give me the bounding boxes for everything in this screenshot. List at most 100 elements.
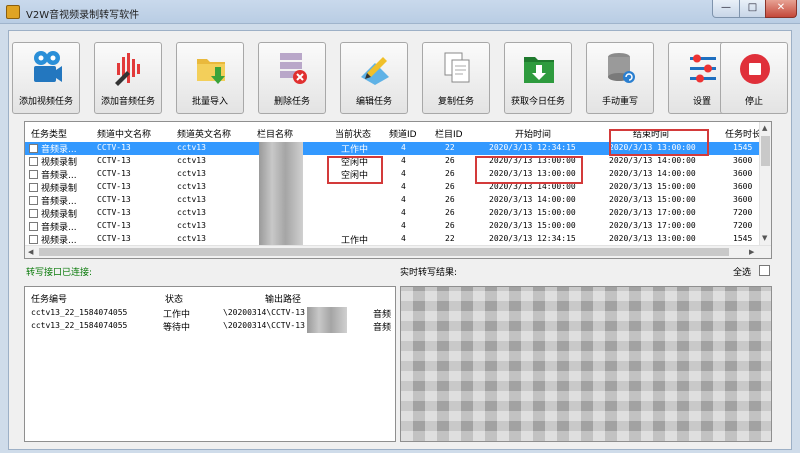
cell-en: cctv13 bbox=[177, 143, 206, 152]
window-title: V2W音视频录制转写软件 bbox=[26, 10, 140, 21]
task-grid-vscroll[interactable]: ▲ ▼ bbox=[759, 122, 771, 246]
col-header[interactable]: 频道英文名称 bbox=[177, 127, 231, 140]
redacted-path bbox=[307, 307, 347, 333]
cell-end: 2020/3/13 14:00:00 bbox=[609, 156, 696, 165]
edit-task-icon bbox=[361, 57, 389, 85]
stop-button[interactable]: 停止 bbox=[720, 42, 788, 114]
cell-start: 2020/3/13 15:00:00 bbox=[489, 221, 576, 230]
cell-en: cctv13 bbox=[177, 234, 206, 243]
cell-dur: 1545 bbox=[733, 143, 753, 152]
table-row[interactable]: 音频录... CCTV-13 cctv13 4 26 2020/3/13 15:00:00… bbox=[25, 220, 761, 233]
highlight-start-time bbox=[475, 156, 583, 184]
toolbar-label: 复制任务 bbox=[437, 97, 474, 107]
col-header[interactable]: 频道ID bbox=[389, 127, 417, 140]
settings-sliders-icon bbox=[690, 54, 716, 83]
select-all-checkbox[interactable] bbox=[759, 265, 770, 276]
cell-dur: 3600 bbox=[733, 169, 753, 178]
add-video-task-button[interactable]: 添加视频任务 bbox=[12, 42, 80, 114]
col-header[interactable]: 任务编号 bbox=[31, 292, 67, 305]
cell-dur: 7200 bbox=[733, 208, 753, 217]
batch-import-button[interactable]: 批量导入 bbox=[176, 42, 244, 114]
manual-rewrite-button[interactable]: 手动重写 bbox=[586, 42, 654, 114]
toolbar-label: 添加音频任务 bbox=[100, 97, 155, 107]
close-button[interactable]: ✕ bbox=[765, 0, 797, 18]
col-header[interactable]: 任务类型 bbox=[31, 127, 67, 140]
download-folder-icon bbox=[524, 57, 554, 83]
table-row[interactable]: 音频录... CCTV-13 cctv13 4 26 2020/3/13 14:00:00… bbox=[25, 194, 761, 207]
toolbar: 添加视频任务 添加音频任务 批量导入 删除任务 编辑任务 复制任务 获取今日任务… bbox=[12, 42, 788, 114]
cell-start: 2020/3/13 12:34:15 bbox=[489, 234, 576, 243]
row-checkbox[interactable] bbox=[29, 183, 38, 192]
col-header[interactable]: 状态 bbox=[165, 292, 183, 305]
cell-en: cctv13 bbox=[177, 195, 206, 204]
title-bar: V2W音视频录制转写软件 — □ ✕ bbox=[0, 0, 800, 24]
cell-ch: 4 bbox=[401, 182, 406, 191]
table-row[interactable]: 视频录制 CCTV-13 cctv13 4 26 2020/3/13 15:00:00 20… bbox=[25, 207, 761, 220]
cell-type: 音频录... bbox=[41, 223, 77, 233]
add-audio-task-button[interactable]: 添加音频任务 bbox=[94, 42, 162, 114]
cell-cn: CCTV-13 bbox=[97, 195, 131, 204]
cell-end: 2020/3/13 17:00:00 bbox=[609, 208, 696, 217]
transcription-grid[interactable]: 任务编号 状态 输出路径 cctv13_22_1584074055 工作中 \2… bbox=[24, 286, 396, 442]
get-today-tasks-button[interactable]: 获取今日任务 bbox=[504, 42, 572, 114]
row-checkbox[interactable] bbox=[29, 170, 38, 179]
scroll-thumb[interactable] bbox=[39, 248, 729, 256]
maximize-button[interactable]: □ bbox=[739, 0, 766, 18]
cell-cn: CCTV-13 bbox=[97, 221, 131, 230]
cell-end: 2020/3/13 15:00:00 bbox=[609, 195, 696, 204]
table-row[interactable]: 视频录制 CCTV-13 cctv13 空闲中 4 26 2020/3/13 13:00:0… bbox=[25, 155, 761, 168]
cell-ch: 4 bbox=[401, 234, 406, 243]
stop-icon bbox=[740, 54, 770, 84]
task-status: 等待中 bbox=[163, 323, 191, 333]
scroll-thumb[interactable] bbox=[761, 136, 770, 166]
cell-cn: CCTV-13 bbox=[97, 208, 131, 217]
scroll-right-icon[interactable]: ▶ bbox=[749, 248, 754, 256]
cell-en: cctv13 bbox=[177, 156, 206, 165]
cell-start: 2020/3/13 12:34:15 bbox=[489, 143, 576, 152]
cell-ch: 4 bbox=[401, 169, 406, 178]
col-header[interactable]: 输出路径 bbox=[265, 292, 301, 305]
film-reel-icon bbox=[34, 51, 62, 82]
row-checkbox[interactable] bbox=[29, 235, 38, 244]
folder-import-icon bbox=[197, 59, 225, 84]
delete-task-button[interactable]: 删除任务 bbox=[258, 42, 326, 114]
copy-task-icon bbox=[444, 52, 470, 83]
row-checkbox[interactable] bbox=[29, 144, 38, 153]
copy-task-button[interactable]: 复制任务 bbox=[422, 42, 490, 114]
minimize-button[interactable]: — bbox=[712, 0, 740, 18]
scroll-up-icon[interactable]: ▲ bbox=[762, 124, 767, 132]
task-grid[interactable]: 任务类型 频道中文名称 频道英文名称 栏目名称 当前状态 频道ID 栏目ID 开… bbox=[24, 121, 772, 259]
cell-cn: CCTV-13 bbox=[97, 182, 131, 191]
cell-type: 视频录制 bbox=[41, 184, 78, 194]
row-checkbox[interactable] bbox=[29, 209, 38, 218]
col-header[interactable]: 当前状态 bbox=[335, 127, 371, 140]
col-header[interactable]: 栏目名称 bbox=[257, 127, 293, 140]
realtime-result-panel[interactable] bbox=[400, 286, 772, 442]
database-refresh-icon bbox=[608, 53, 635, 83]
toolbar-label: 停止 bbox=[744, 97, 763, 107]
col-header[interactable]: 栏目ID bbox=[435, 127, 463, 140]
scroll-down-icon[interactable]: ▼ bbox=[762, 234, 767, 242]
table-row[interactable]: 音频录... CCTV-13 cctv13 空闲中 4 26 2020/3/13 13:00… bbox=[25, 168, 761, 181]
cell-ch: 4 bbox=[401, 195, 406, 204]
cell-ch: 4 bbox=[401, 208, 406, 217]
cell-ch: 4 bbox=[401, 143, 406, 152]
cell-cn: CCTV-13 bbox=[97, 234, 131, 243]
col-header[interactable]: 开始时间 bbox=[515, 127, 551, 140]
col-header[interactable]: 频道中文名称 bbox=[97, 127, 151, 140]
cell-en: cctv13 bbox=[177, 169, 206, 178]
cell-start: 2020/3/13 15:00:00 bbox=[489, 208, 576, 217]
audio-wave-icon bbox=[115, 53, 140, 86]
scroll-left-icon[interactable]: ◀ bbox=[28, 248, 33, 256]
cell-ch: 4 bbox=[401, 156, 406, 165]
row-checkbox[interactable] bbox=[29, 157, 38, 166]
col-header[interactable]: 任务时长 bbox=[725, 127, 761, 140]
row-checkbox[interactable] bbox=[29, 222, 38, 231]
table-row[interactable]: 视频录制 CCTV-13 cctv13 4 26 2020/3/13 14:00:00 20… bbox=[25, 181, 761, 194]
task-id: cctv13_22_1584074055 bbox=[31, 308, 128, 317]
redacted-column bbox=[259, 142, 303, 246]
edit-task-button[interactable]: 编辑任务 bbox=[340, 42, 408, 114]
cell-col: 22 bbox=[445, 234, 455, 243]
task-grid-hscroll[interactable]: ◀ ▶ bbox=[25, 245, 771, 258]
row-checkbox[interactable] bbox=[29, 196, 38, 205]
